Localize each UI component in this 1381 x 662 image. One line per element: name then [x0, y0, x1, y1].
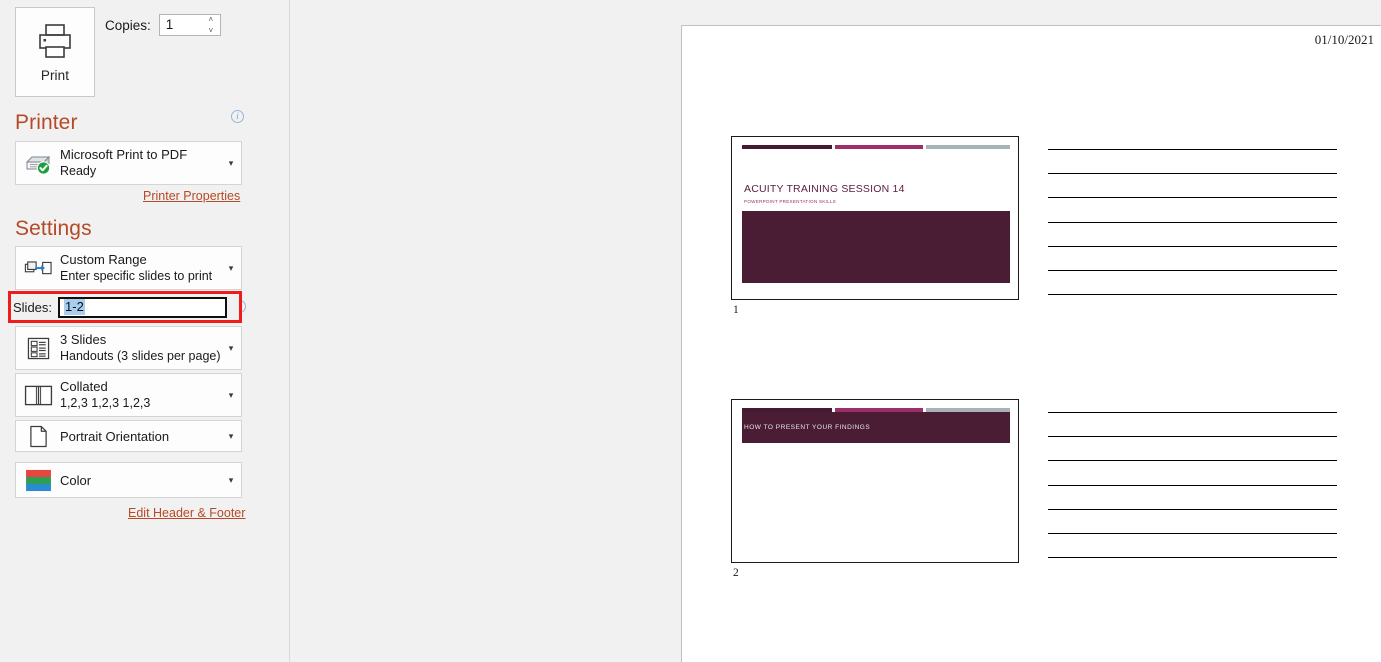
- orientation-text: Portrait Orientation: [60, 428, 221, 445]
- print-button-label: Print: [40, 68, 70, 83]
- portrait-page-icon: [16, 425, 60, 448]
- note-line: [1048, 149, 1337, 150]
- printer-selector[interactable]: Microsoft Print to PDF Ready ▾: [15, 141, 242, 185]
- collation-secondary: 1,2,3 1,2,3 1,2,3: [60, 396, 151, 410]
- copies-stepper[interactable]: 1 ˄ ˅: [158, 14, 221, 36]
- print-layout-selector[interactable]: 3 Slides Handouts (3 slides per page) ▾: [15, 326, 242, 370]
- printer-info-icon[interactable]: i: [231, 110, 244, 123]
- print-range-icon: [16, 260, 60, 277]
- slide-accent-bars: [742, 145, 1010, 149]
- note-line: [1048, 460, 1337, 461]
- slide-number: 1: [733, 304, 739, 316]
- slide-number: 2: [733, 567, 739, 579]
- print-settings-pane: Print Copies: 1 ˄ ˅ Printer i Microsoft …: [0, 0, 290, 662]
- print-range-secondary: Enter specific slides to print: [60, 269, 213, 283]
- slide-title: HOW TO PRESENT YOUR FINDINGS: [744, 424, 871, 431]
- note-line: [1048, 294, 1337, 295]
- note-line: [1048, 270, 1337, 271]
- note-lines-group: [1048, 136, 1338, 300]
- edit-header-footer-link[interactable]: Edit Header & Footer: [128, 506, 245, 520]
- printer-status: Ready: [60, 164, 97, 178]
- print-button[interactable]: Print: [15, 7, 95, 97]
- note-line: [1048, 485, 1337, 486]
- printer-name: Microsoft Print to PDF: [60, 147, 188, 162]
- color-mode-primary: Color: [60, 472, 92, 488]
- chevron-down-icon[interactable]: ▾: [221, 158, 241, 169]
- print-layout-text: 3 Slides Handouts (3 slides per page): [60, 331, 221, 365]
- printer-combo-text: Microsoft Print to PDF Ready: [60, 146, 221, 180]
- accent-bar-magenta: [835, 145, 923, 149]
- accent-bar-gray: [926, 145, 1010, 149]
- note-line: [1048, 412, 1337, 413]
- copies-spinner: ˄ ˅: [205, 16, 217, 35]
- note-line: [1048, 509, 1337, 510]
- chevron-down-icon[interactable]: ▾: [221, 431, 241, 442]
- handout-layout-icon: [16, 337, 60, 360]
- color-mode-text: Color: [60, 472, 221, 489]
- copies-input[interactable]: 1: [160, 15, 174, 35]
- print-range-text: Custom Range Enter specific slides to pr…: [60, 251, 221, 285]
- collated-icon: [16, 384, 60, 407]
- chevron-down-icon[interactable]: ▾: [221, 475, 241, 486]
- collation-selector[interactable]: Collated 1,2,3 1,2,3 1,2,3 ▾: [15, 373, 242, 417]
- handout-page: 01/10/2021 ACUITY TRAINING SESSION 14 PO…: [681, 25, 1381, 662]
- color-mode-selector[interactable]: Color ▾: [15, 462, 242, 498]
- printer-ready-icon: [16, 150, 60, 176]
- orientation-primary: Portrait Orientation: [60, 428, 170, 444]
- note-line: [1048, 533, 1337, 534]
- chevron-down-icon[interactable]: ▾: [221, 343, 241, 354]
- print-range-primary: Custom Range: [60, 252, 147, 267]
- printer-properties-link[interactable]: Printer Properties: [143, 189, 240, 203]
- note-lines-group: [1048, 399, 1338, 563]
- spinner-down-icon[interactable]: ˅: [205, 27, 217, 35]
- slide-thumbnail[interactable]: HOW TO PRESENT YOUR FINDINGS: [731, 399, 1019, 563]
- slide-content-block: [742, 211, 1010, 283]
- collation-primary: Collated: [60, 379, 108, 394]
- settings-section-heading: Settings: [15, 217, 92, 240]
- slide-title: ACUITY TRAINING SESSION 14: [744, 183, 905, 195]
- page-date: 01/10/2021: [1314, 32, 1374, 47]
- chevron-down-icon[interactable]: ▾: [221, 263, 241, 274]
- collation-text: Collated 1,2,3 1,2,3 1,2,3: [60, 378, 221, 412]
- copies-label: Copies:: [105, 17, 151, 33]
- print-layout-primary: 3 Slides: [60, 332, 107, 347]
- printer-section-heading: Printer: [15, 111, 78, 134]
- print-preview-pane: 01/10/2021 ACUITY TRAINING SESSION 14 PO…: [291, 0, 1381, 662]
- note-line: [1048, 557, 1337, 558]
- note-line: [1048, 222, 1337, 223]
- slides-range-control: Slides: 1-2: [13, 296, 237, 318]
- spinner-up-icon[interactable]: ˄: [205, 16, 217, 24]
- color-swatch-icon: [16, 469, 60, 492]
- slide-thumbnail[interactable]: ACUITY TRAINING SESSION 14 POWERPOINT PR…: [731, 136, 1019, 300]
- print-preview-screen: Print Copies: 1 ˄ ˅ Printer i Microsoft …: [0, 0, 1381, 662]
- slides-input-value[interactable]: 1-2: [64, 299, 85, 315]
- note-line: [1048, 173, 1337, 174]
- note-line: [1048, 197, 1337, 198]
- slide-subtitle: POWERPOINT PRESENTATION SKILLS: [744, 199, 836, 204]
- slides-input[interactable]: 1-2: [58, 296, 228, 318]
- copies-control: Copies: 1 ˄ ˅: [105, 14, 221, 36]
- print-layout-secondary: Handouts (3 slides per page): [60, 349, 221, 363]
- printer-icon: [35, 21, 75, 61]
- note-line: [1048, 436, 1337, 437]
- orientation-selector[interactable]: Portrait Orientation ▾: [15, 420, 242, 452]
- chevron-down-icon[interactable]: ▾: [221, 390, 241, 401]
- note-line: [1048, 246, 1337, 247]
- slides-label: Slides:: [13, 299, 53, 315]
- print-range-selector[interactable]: Custom Range Enter specific slides to pr…: [15, 246, 242, 290]
- accent-bar-dark: [742, 145, 832, 149]
